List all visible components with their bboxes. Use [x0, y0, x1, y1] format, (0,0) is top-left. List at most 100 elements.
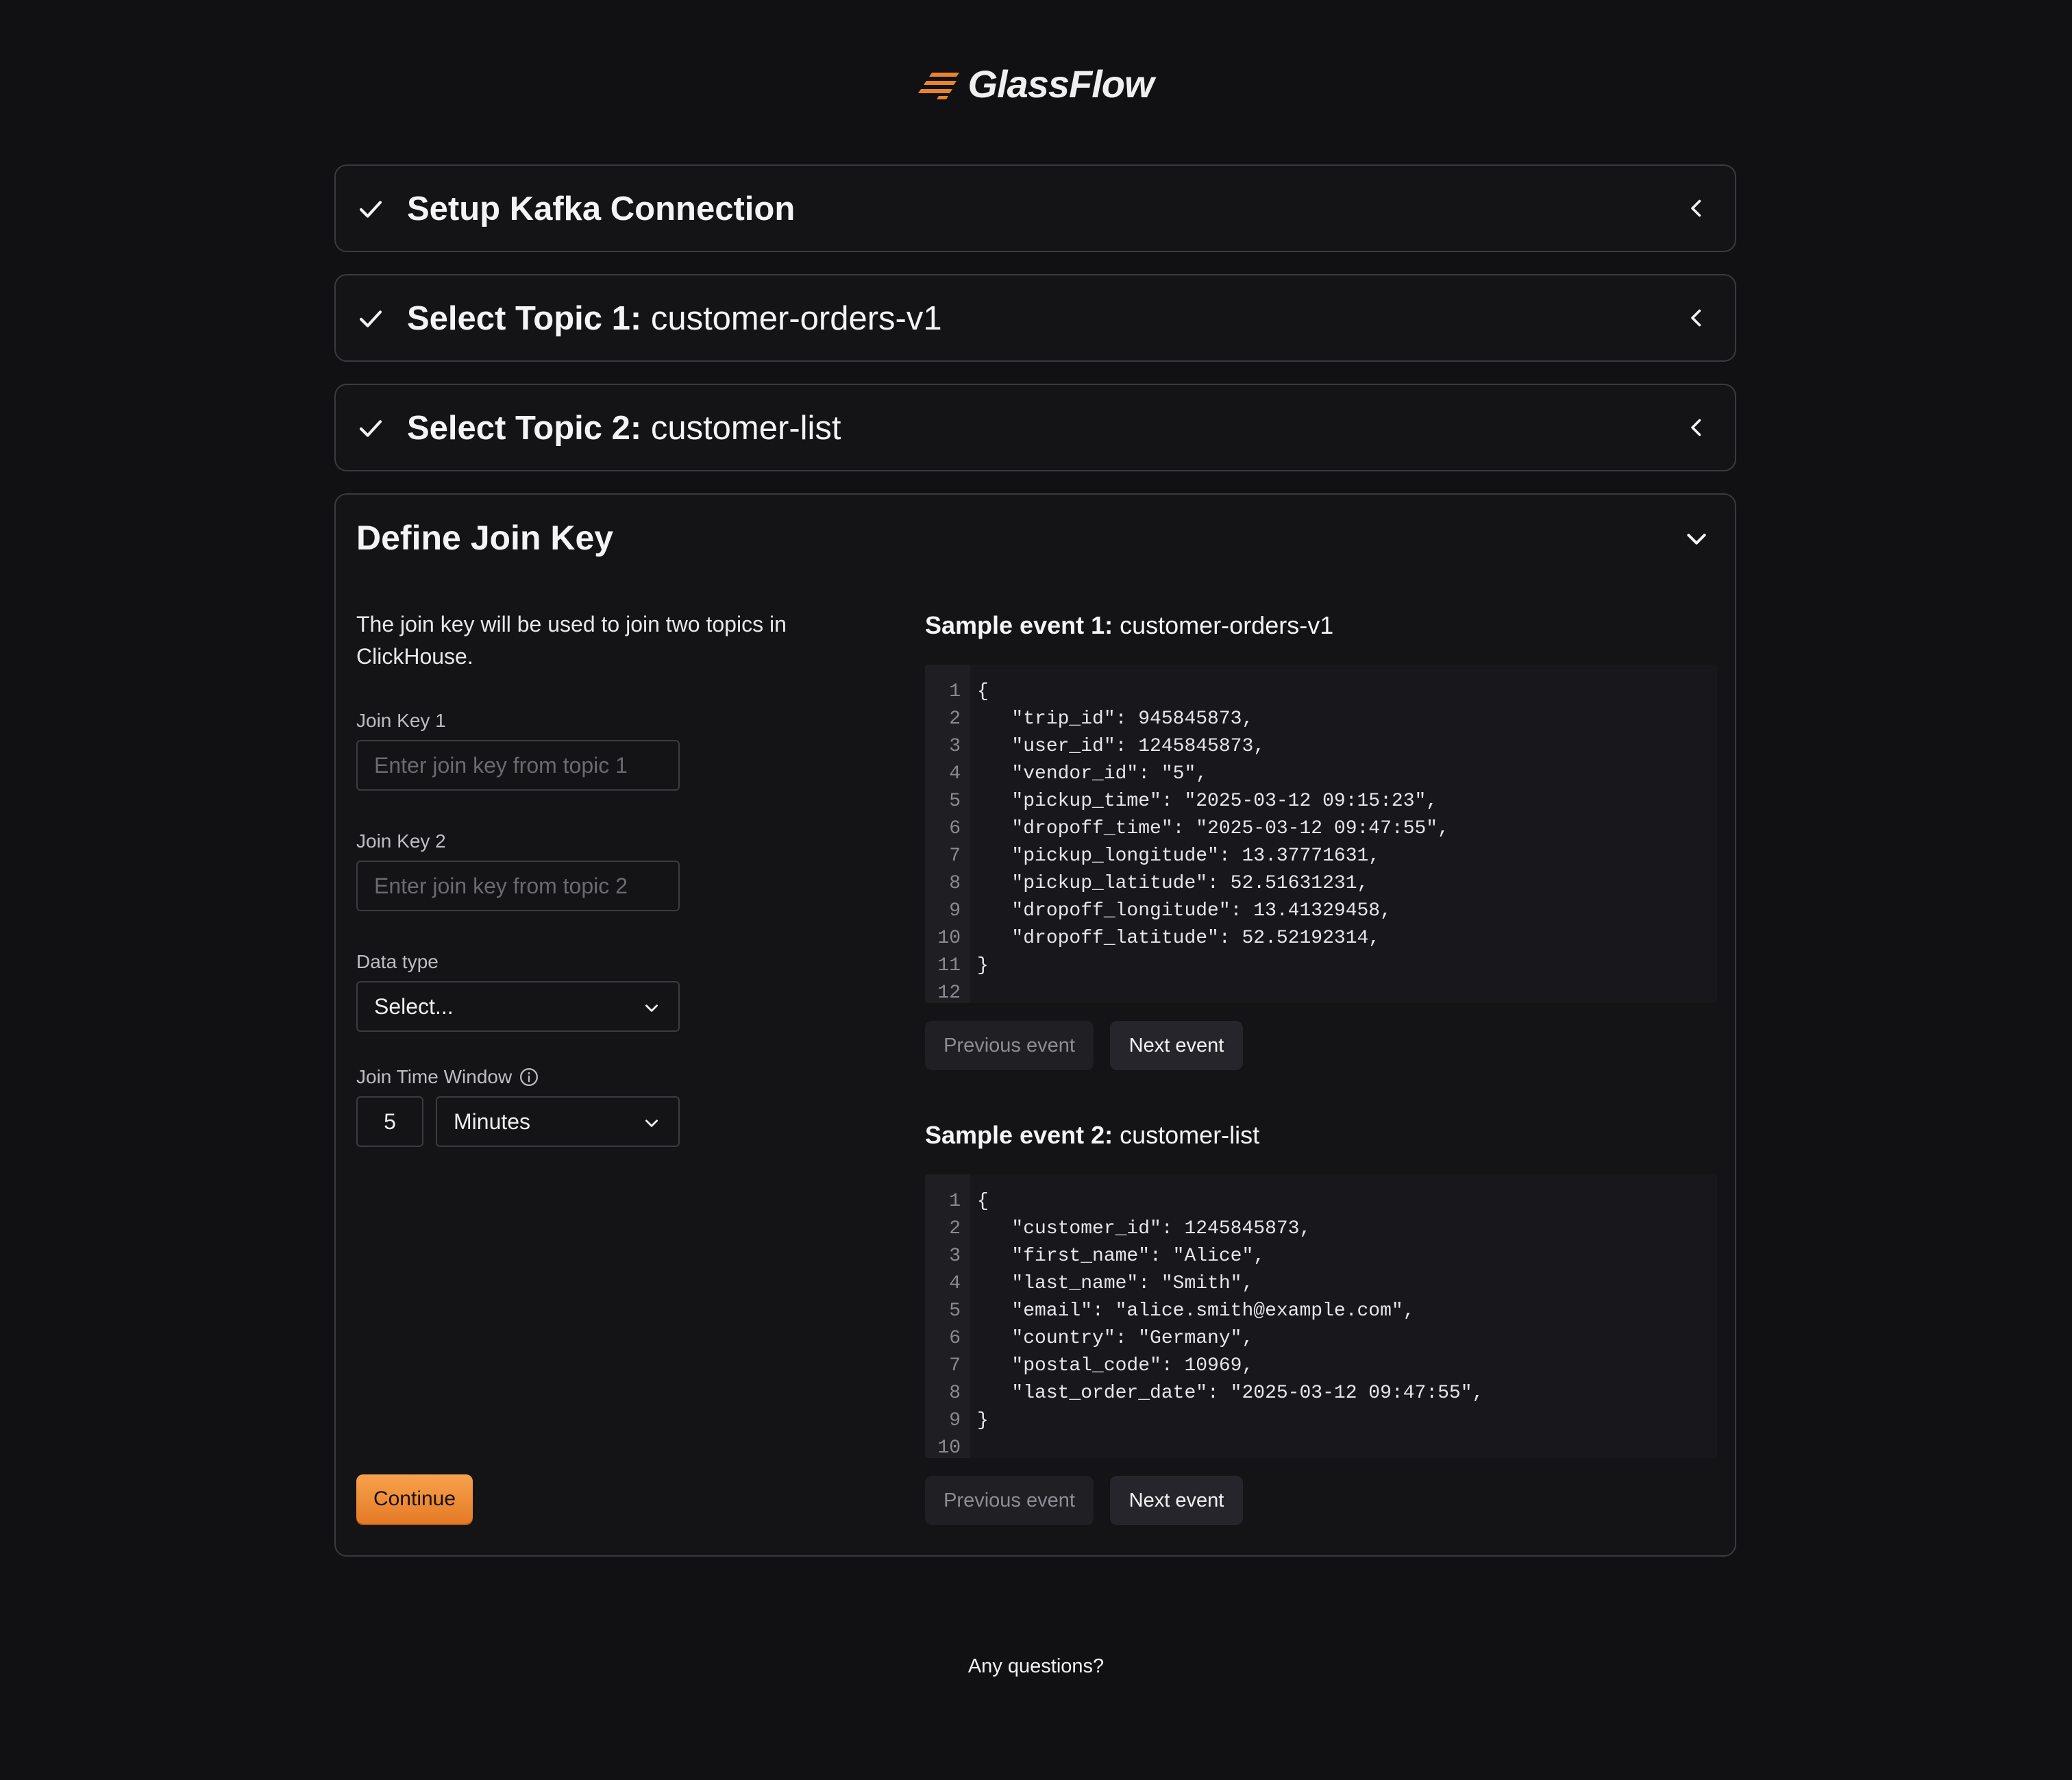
code-line: 12 [925, 980, 1717, 1003]
code-line: 10 "dropoff_latitude": 52.52192314, [925, 925, 1717, 952]
glassflow-logo-icon [918, 72, 960, 99]
line-number: 11 [937, 955, 961, 976]
line-number: 4 [949, 1273, 961, 1294]
chevron-down-icon [645, 1004, 658, 1012]
line-text: "email": "alice.smith@example.com", [977, 1300, 1415, 1322]
line-text: "postal_code": 10969, [977, 1355, 1254, 1376]
join-key-2-input[interactable] [356, 861, 680, 911]
chevron-left-icon[interactable] [1684, 415, 1709, 440]
code-line: 5 "email": "alice.smith@example.com", [925, 1298, 1717, 1325]
sample-event-2-topic: customer-list [1120, 1121, 1260, 1149]
join-key-1-input[interactable] [356, 740, 680, 791]
line-number: 9 [949, 1410, 961, 1431]
join-key-title: Define Join Key [356, 519, 614, 557]
step-title-value: customer-list [650, 410, 841, 447]
line-number: 5 [949, 791, 961, 812]
line-text: "pickup_latitude": 52.51631231, [977, 873, 1369, 894]
line-text: "dropoff_latitude": 52.52192314, [977, 928, 1381, 949]
chevron-left-icon[interactable] [1684, 196, 1709, 221]
code-lines: 1{2 "trip_id": 945845873, 3 "user_id": 12… [925, 678, 1717, 1003]
chevron-left-icon[interactable] [1684, 306, 1709, 330]
line-text: "user_id": 1245845873, [977, 736, 1266, 757]
line-text: "dropoff_longitude": 13.41329458, [977, 900, 1392, 922]
join-key-description: The join key will be used to join two to… [356, 612, 787, 669]
time-window-unit-select[interactable]: Minutes [436, 1096, 680, 1147]
code-line: 9 "dropoff_longitude": 13.41329458, [925, 898, 1717, 925]
line-number: 12 [937, 982, 961, 1003]
brand-name: GlassFlow [967, 62, 1154, 106]
line-number: 4 [949, 763, 961, 784]
line-text: "customer_id": 1245845873, [977, 1218, 1311, 1239]
sample-event-1-code: 1{2 "trip_id": 945845873, 3 "user_id": 12… [925, 665, 1717, 1003]
line-text: "vendor_id": "5", [977, 763, 1208, 784]
step-title: Setup Kafka Connection [407, 190, 795, 228]
code-line: 5 "pickup_time": "2025-03-12 09:15:23", [925, 788, 1717, 815]
any-questions-link[interactable]: Any questions? [0, 1655, 2072, 1678]
line-text: "last_order_date": "2025-03-12 09:47:55"… [977, 1383, 1484, 1404]
previous-event-button[interactable]: Previous event [925, 1021, 1094, 1070]
line-text [970, 1435, 977, 1458]
line-number: 7 [949, 845, 961, 867]
line-text: "trip_id": 945845873, [977, 708, 1254, 730]
join-key-2-label: Join Key 2 [356, 830, 446, 852]
step-title-label: Setup Kafka Connection [407, 190, 796, 227]
sample-event-2-code: 1{2 "customer_id": 1245845873, 3 "first_n… [925, 1174, 1717, 1458]
sample-event-2-title: Sample event 2: customer-list [925, 1121, 1259, 1150]
step-title: Select Topic 2: customer-list [407, 409, 841, 447]
sample-event-1-label: Sample event 1: [925, 611, 1113, 639]
data-type-label: Data type [356, 951, 439, 972]
line-number: 6 [949, 1328, 961, 1349]
sample-event-1-title: Sample event 1: customer-orders-v1 [925, 611, 1333, 640]
code-line: 3 "first_name": "Alice", [925, 1243, 1717, 1270]
code-line: 8 "last_order_date": "2025-03-12 09:47:5… [925, 1380, 1717, 1407]
line-number: 7 [949, 1355, 961, 1376]
step-select-topic-2[interactable]: Select Topic 2: customer-list [334, 384, 1736, 471]
chevron-down-icon[interactable] [1683, 525, 1710, 552]
step-title-label: Select Topic 1: [407, 300, 642, 337]
logo: GlassFlow [0, 62, 2072, 106]
step-title: Select Topic 1: customer-orders-v1 [407, 299, 942, 338]
line-number: 9 [949, 900, 961, 922]
join-key-1-label: Join Key 1 [356, 710, 446, 731]
continue-button[interactable]: Continue [356, 1474, 473, 1524]
code-line: 1{ [925, 1188, 1717, 1215]
line-number: 3 [949, 1246, 961, 1267]
info-icon[interactable] [519, 1067, 539, 1087]
line-text [970, 980, 977, 1003]
code-line: 1{ [925, 678, 1717, 706]
line-number: 5 [949, 1300, 961, 1322]
data-type-select[interactable]: Select... [356, 981, 680, 1032]
line-text: } [977, 1410, 989, 1431]
step-kafka-connection[interactable]: Setup Kafka Connection [334, 164, 1736, 252]
time-window-unit-value: Minutes [454, 1109, 531, 1134]
line-number: 2 [949, 708, 961, 730]
line-number: 10 [937, 928, 961, 949]
line-number: 8 [949, 873, 961, 894]
line-text: "last_name": "Smith", [977, 1273, 1254, 1294]
line-text: { [977, 681, 989, 702]
line-number: 1 [949, 681, 961, 702]
code-line: 11} [925, 952, 1717, 980]
previous-event-button[interactable]: Previous event [925, 1476, 1094, 1525]
data-type-value: Select... [374, 993, 454, 1019]
code-line: 7 "pickup_longitude": 13.37771631, [925, 843, 1717, 870]
code-line: 4 "last_name": "Smith", [925, 1270, 1717, 1298]
line-text: { [977, 1191, 989, 1212]
next-event-button[interactable]: Next event [1110, 1476, 1243, 1525]
join-time-window-label: Join Time Window [356, 1066, 539, 1088]
line-text: "country": "Germany", [977, 1328, 1254, 1349]
time-window-amount-input[interactable]: 5 [356, 1096, 423, 1147]
step-title-value: customer-orders-v1 [650, 300, 942, 337]
sample-event-1-topic: customer-orders-v1 [1120, 611, 1334, 639]
page: GlassFlow Setup Kafka Connection Select … [0, 0, 2072, 1780]
code-line: 6 "dropoff_time": "2025-03-12 09:47:55", [925, 815, 1717, 843]
line-number: 1 [949, 1191, 961, 1212]
line-number: 8 [949, 1383, 961, 1404]
step-select-topic-1[interactable]: Select Topic 1: customer-orders-v1 [334, 274, 1736, 362]
step-define-join-key: Define Join Key The join key will be use… [334, 493, 1736, 1557]
line-number: 2 [949, 1218, 961, 1239]
sample-event-2-label: Sample event 2: [925, 1121, 1113, 1149]
line-text: "dropoff_time": "2025-03-12 09:47:55", [977, 818, 1449, 839]
line-text: "pickup_longitude": 13.37771631, [977, 845, 1381, 867]
next-event-button[interactable]: Next event [1110, 1021, 1243, 1070]
